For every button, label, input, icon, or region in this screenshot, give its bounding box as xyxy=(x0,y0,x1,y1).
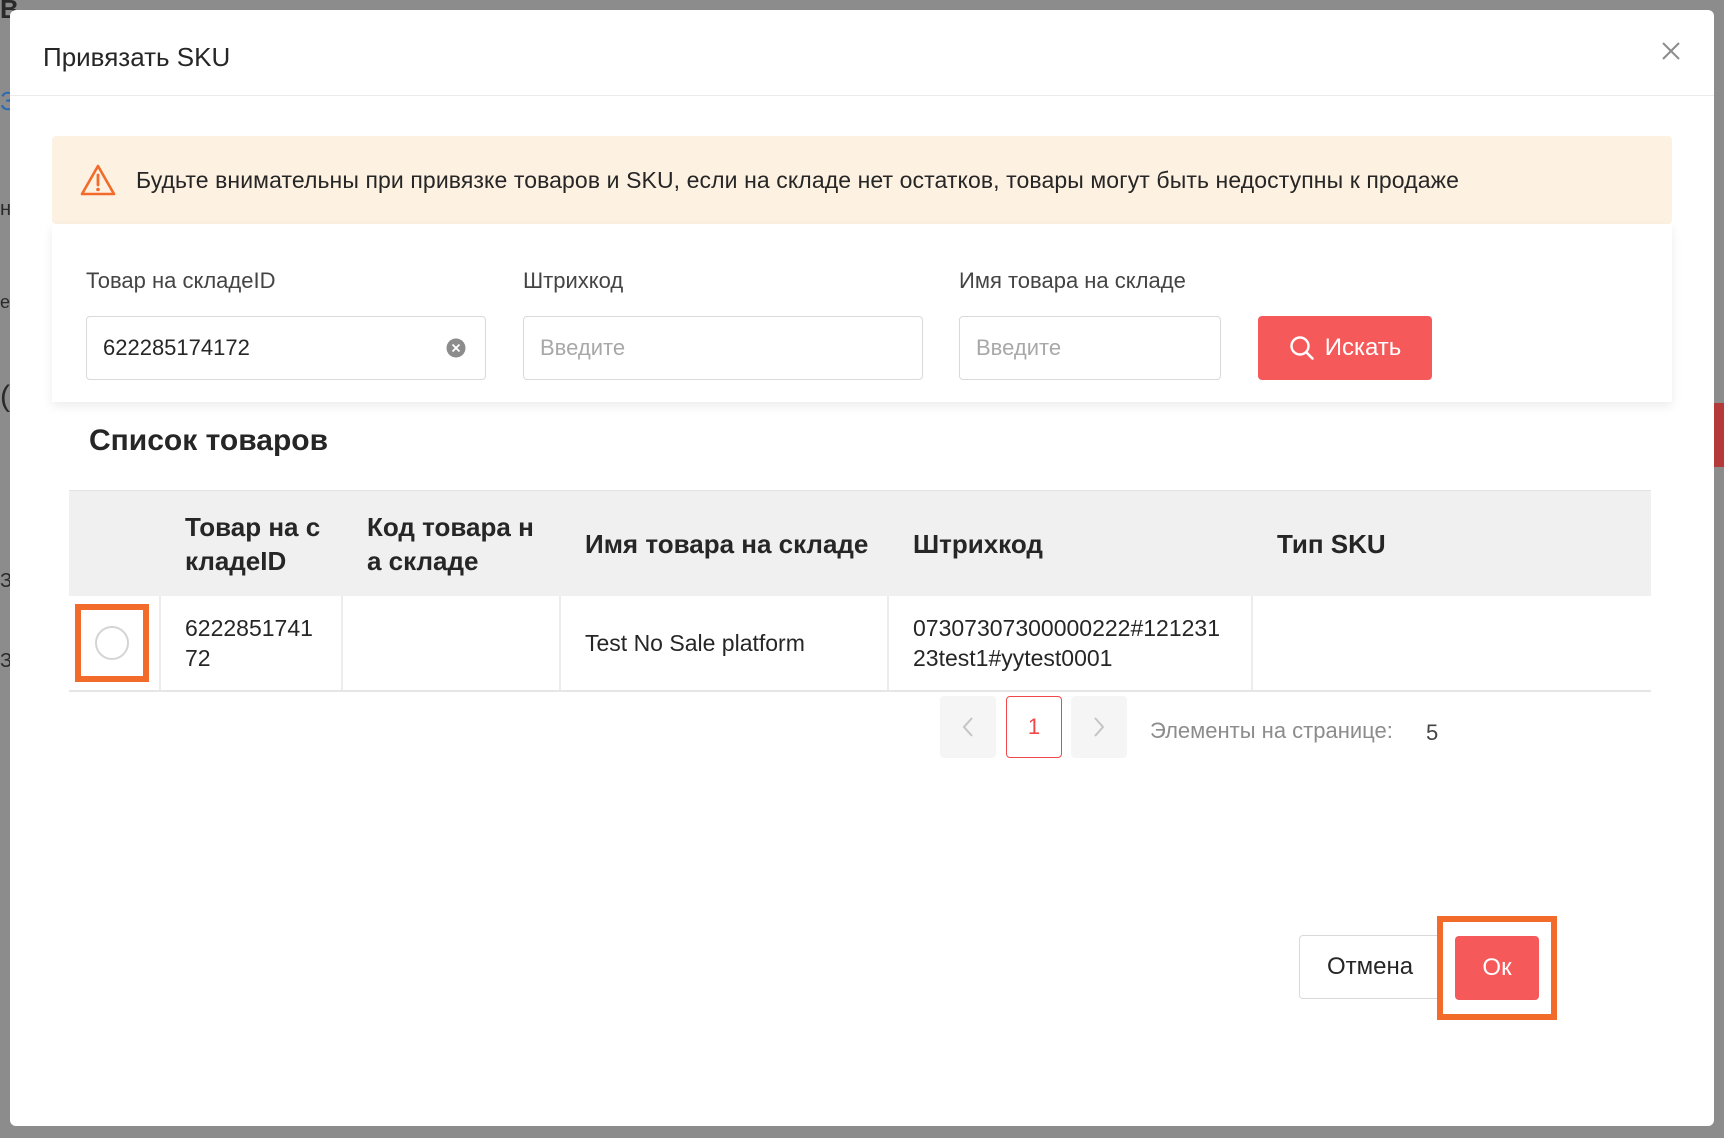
barcode-input[interactable]: Введите xyxy=(523,316,923,380)
page-size-value[interactable]: 5 xyxy=(1426,720,1438,746)
row-radio-highlight[interactable] xyxy=(75,604,149,682)
cell-warehouse-id: 6222851741 72 xyxy=(161,596,343,690)
cancel-button[interactable]: Отмена xyxy=(1299,935,1441,999)
col-warehouse-code: Код товара н а складе xyxy=(367,512,534,576)
next-page-button[interactable] xyxy=(1071,696,1127,758)
close-icon xyxy=(1662,42,1680,60)
cell-sku-type xyxy=(1253,596,1497,690)
name-input[interactable]: Введите xyxy=(959,316,1221,380)
page-size-label: Элементы на странице: xyxy=(1150,718,1393,743)
col-name: Имя товара на складе xyxy=(585,529,869,559)
page-1-button[interactable]: 1 xyxy=(1006,696,1062,758)
chevron-right-icon xyxy=(1094,717,1105,737)
close-button[interactable] xyxy=(1656,36,1686,66)
name-placeholder: Введите xyxy=(976,335,1062,360)
warning-icon xyxy=(78,160,118,200)
warehouse-id-label: Товар на складеID xyxy=(86,268,276,293)
search-icon xyxy=(1290,336,1314,360)
search-panel: Товар на складеID 622285174172 Штрихкод … xyxy=(52,224,1672,402)
bg-red-button xyxy=(1714,403,1724,467)
modal-title: Привязать SKU xyxy=(43,42,231,72)
list-title: Список товаров xyxy=(89,424,329,457)
modal-header: Привязать SKU xyxy=(10,10,1714,96)
bind-sku-modal: Привязать SKU Будьте внимательны при при… xyxy=(10,10,1714,1126)
product-table: Товар на с кладеID Код товара н а складе… xyxy=(69,490,1651,692)
name-label: Имя товара на складе xyxy=(959,268,1186,293)
col-sku-type: Тип SKU xyxy=(1277,529,1386,559)
barcode-label: Штрихкод xyxy=(523,268,624,293)
warehouse-id-value: 622285174172 xyxy=(103,335,250,360)
warehouse-id-input[interactable]: 622285174172 xyxy=(86,316,486,380)
ok-button-highlight: Ок xyxy=(1437,916,1557,1020)
warning-alert: Будьте внимательны при привязке товаров … xyxy=(52,136,1672,224)
bg-fragment: ( xyxy=(0,380,10,413)
cell-barcode: 07307307300000222#121231 23test1#yytest0… xyxy=(889,596,1253,690)
ok-button[interactable]: Ок xyxy=(1455,936,1539,1000)
row-select-cell xyxy=(69,596,161,690)
col-barcode: Штрихкод xyxy=(913,529,1043,559)
alert-text: Будьте внимательны при привязке товаров … xyxy=(136,166,1459,193)
table-row[interactable]: 6222851741 72 Test No Sale platform 0730… xyxy=(69,596,1651,692)
search-button-label: Искать xyxy=(1324,334,1402,361)
table-header: Товар на с кладеID Код товара н а складе… xyxy=(69,490,1651,596)
bg-fragment: е xyxy=(0,292,11,312)
clear-input-icon[interactable] xyxy=(445,337,467,359)
chevron-left-icon xyxy=(962,717,973,737)
barcode-placeholder: Введите xyxy=(540,335,626,360)
cell-warehouse-code xyxy=(343,596,561,690)
cell-name: Test No Sale platform xyxy=(561,596,889,690)
prev-page-button[interactable] xyxy=(940,696,996,758)
row-radio[interactable] xyxy=(95,626,129,660)
col-warehouse-id: Товар на с кладеID xyxy=(185,512,321,576)
search-button[interactable]: Искать xyxy=(1258,316,1432,380)
